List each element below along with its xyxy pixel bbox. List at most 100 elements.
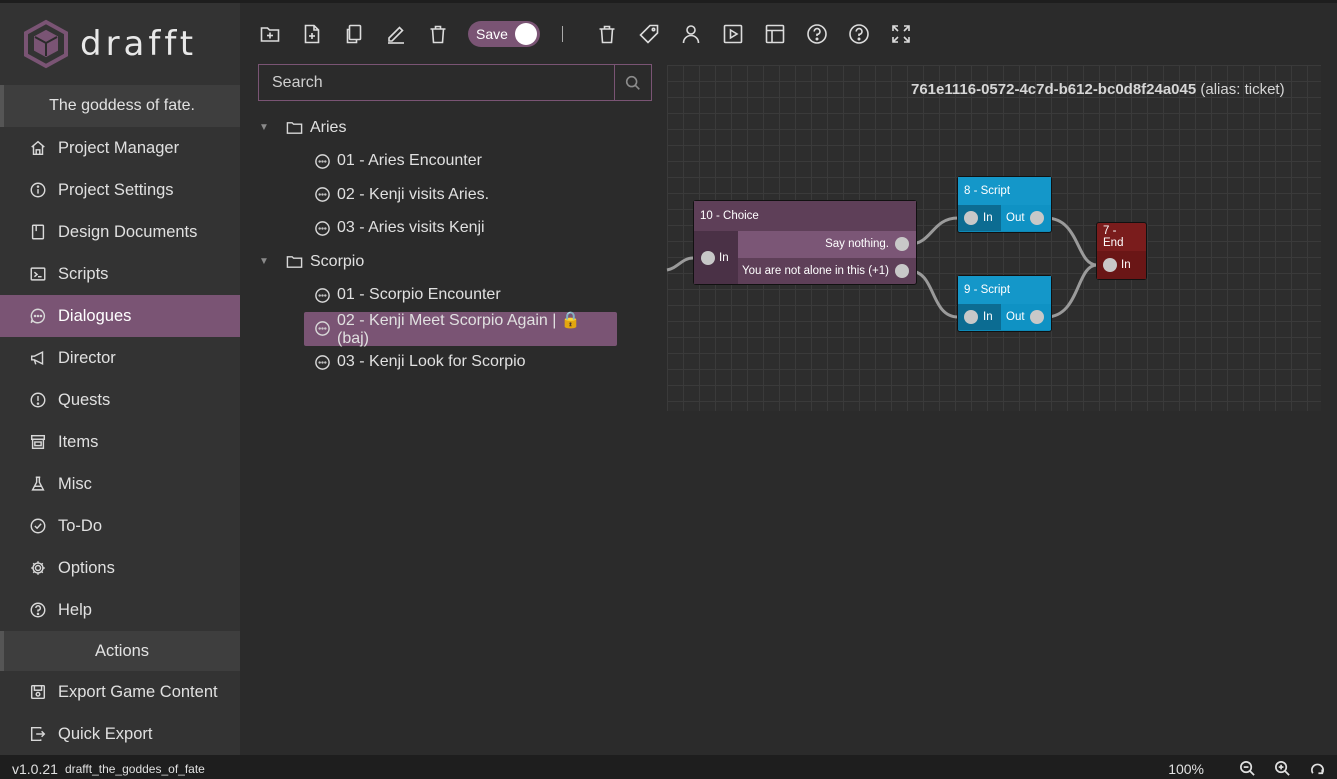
actions-nav: Export Game Content Quick Export (0, 671, 240, 755)
socket-label: In (1121, 259, 1131, 271)
shortcuts-help-button[interactable] (847, 22, 871, 46)
folder-icon (286, 119, 303, 136)
help-circle-icon (807, 24, 827, 44)
document-icon (28, 222, 48, 242)
tree-item-label: 03 - Aries visits Kenji (337, 219, 485, 237)
save-toggle[interactable]: Save (468, 21, 540, 47)
logo-text: drafft (80, 24, 198, 64)
output-socket[interactable] (895, 263, 909, 278)
input-socket[interactable] (964, 211, 978, 225)
fullscreen-button[interactable] (889, 22, 913, 46)
output-socket[interactable] (1029, 211, 1044, 225)
input-socket[interactable] (1103, 258, 1117, 272)
home-icon (28, 138, 48, 158)
file-plus-icon (304, 24, 320, 44)
gear-icon (28, 558, 48, 578)
tree-item[interactable]: 03 - Aries visits Kenji (252, 212, 652, 246)
characters-button[interactable] (679, 22, 703, 46)
input-socket[interactable] (701, 250, 715, 265)
delete-node-button[interactable] (595, 22, 619, 46)
sidebar-item-project-manager[interactable]: Project Manager (0, 127, 240, 169)
tree-item[interactable]: 03 - Kenji Look for Scorpio (252, 346, 652, 380)
tree-folder-aries[interactable]: ▼ Aries (252, 111, 652, 145)
info-icon (28, 180, 48, 200)
flask-icon (28, 474, 48, 494)
refresh-icon (1310, 763, 1324, 775)
tree-item[interactable]: 02 - Kenji visits Aries. (252, 178, 652, 212)
toggle-knob (515, 23, 537, 45)
chat-bubble-icon (28, 306, 48, 326)
sidebar-item-design-documents[interactable]: Design Documents (0, 211, 240, 253)
input-socket[interactable] (964, 310, 978, 324)
sidebar-item-scripts[interactable]: Scripts (0, 253, 240, 295)
tree-item[interactable]: 01 - Scorpio Encounter (252, 279, 652, 313)
tree-item[interactable]: 01 - Aries Encounter (252, 145, 652, 179)
sidebar-item-dialogues[interactable]: Dialogues (0, 295, 240, 337)
tree-item-label: 01 - Aries Encounter (337, 152, 482, 170)
socket-label: In (983, 212, 993, 224)
chat-bubble-icon (314, 220, 331, 237)
layout-icon (765, 24, 785, 44)
sidebar-item-misc[interactable]: Misc (0, 463, 240, 505)
delete-button[interactable] (426, 22, 450, 46)
help-button[interactable] (805, 22, 829, 46)
pencil-icon (388, 26, 404, 44)
alert-circle-icon (28, 390, 48, 410)
sidebar-item-options[interactable]: Options (0, 547, 240, 589)
sidebar-item-quick-export[interactable]: Quick Export (0, 713, 240, 755)
socket-label: Out (1006, 212, 1025, 224)
search-box (258, 64, 652, 101)
output-socket[interactable] (895, 237, 909, 252)
caret-down-icon[interactable]: ▼ (254, 256, 274, 267)
reset-zoom-button[interactable] (1307, 759, 1327, 779)
zoom-out-button[interactable] (1237, 759, 1257, 779)
chat-bubble-icon (314, 354, 331, 371)
duplicate-button[interactable] (342, 22, 366, 46)
tree-item-label: 01 - Scorpio Encounter (337, 286, 501, 304)
search-button[interactable] (614, 65, 651, 100)
tree-folder-scorpio[interactable]: ▼ Scorpio (252, 245, 652, 279)
sidebar-item-project-settings[interactable]: Project Settings (0, 169, 240, 211)
app-version: v1.0.21 (12, 760, 58, 777)
node-title: 10 - Choice (694, 201, 916, 231)
new-folder-button[interactable] (258, 22, 282, 46)
sidebar-item-help[interactable]: Help (0, 589, 240, 631)
script-node-9[interactable]: 9 - Script In Out (957, 275, 1052, 332)
node-id-label: 761e1116-0572-4c7d-b612-bc0d8f24a045 (al… (911, 81, 1285, 98)
chat-bubble-icon (314, 287, 331, 304)
node-id: 761e1116-0572-4c7d-b612-bc0d8f24a045 (911, 81, 1197, 98)
script-node-8[interactable]: 8 - Script In Out (957, 176, 1052, 233)
sidebar-item-label: Director (58, 348, 116, 367)
sidebar-item-label: Help (58, 600, 92, 619)
project-file-name: drafft_the_goddes_of_fate (64, 761, 205, 776)
play-button[interactable] (721, 22, 745, 46)
edit-button[interactable] (384, 22, 408, 46)
help-circle-icon (28, 600, 48, 620)
tree-item-selected[interactable]: 02 - Kenji Meet Scorpio Again | 🔒 (baj) (304, 312, 617, 347)
end-node[interactable]: 7 - End In (1096, 222, 1147, 280)
sidebar-item-label: Design Documents (58, 222, 198, 241)
status-bar: v1.0.21 drafft_the_goddes_of_fate 100% (0, 755, 1337, 779)
sidebar-item-label: Project Manager (58, 138, 180, 157)
new-file-button[interactable] (300, 22, 324, 46)
search-input[interactable] (259, 65, 614, 100)
sidebar-item-label: Project Settings (58, 180, 174, 199)
sidebar-item-label: Misc (58, 474, 92, 493)
sidebar-item-label: Quick Export (58, 724, 153, 743)
sidebar-item-to-do[interactable]: To-Do (0, 505, 240, 547)
output-socket[interactable] (1029, 310, 1044, 324)
sidebar-item-export-game-content[interactable]: Export Game Content (0, 671, 240, 713)
sidebar-item-items[interactable]: Items (0, 421, 240, 463)
socket-label: In (719, 251, 729, 264)
sidebar-item-director[interactable]: Director (0, 337, 240, 379)
zoom-in-button[interactable] (1272, 759, 1292, 779)
zoom-level: 100% (1168, 760, 1204, 777)
choice-node[interactable]: 10 - Choice In Say nothing. You are not … (693, 200, 917, 285)
trash-icon (599, 25, 615, 44)
caret-down-icon[interactable]: ▼ (254, 122, 274, 133)
tags-button[interactable] (637, 22, 661, 46)
app-window: drafft The goddess of fate. Project Mana… (0, 0, 1337, 779)
sidebar-item-quests[interactable]: Quests (0, 379, 240, 421)
layout-button[interactable] (763, 22, 787, 46)
tree-item-label: 03 - Kenji Look for Scorpio (337, 353, 526, 371)
